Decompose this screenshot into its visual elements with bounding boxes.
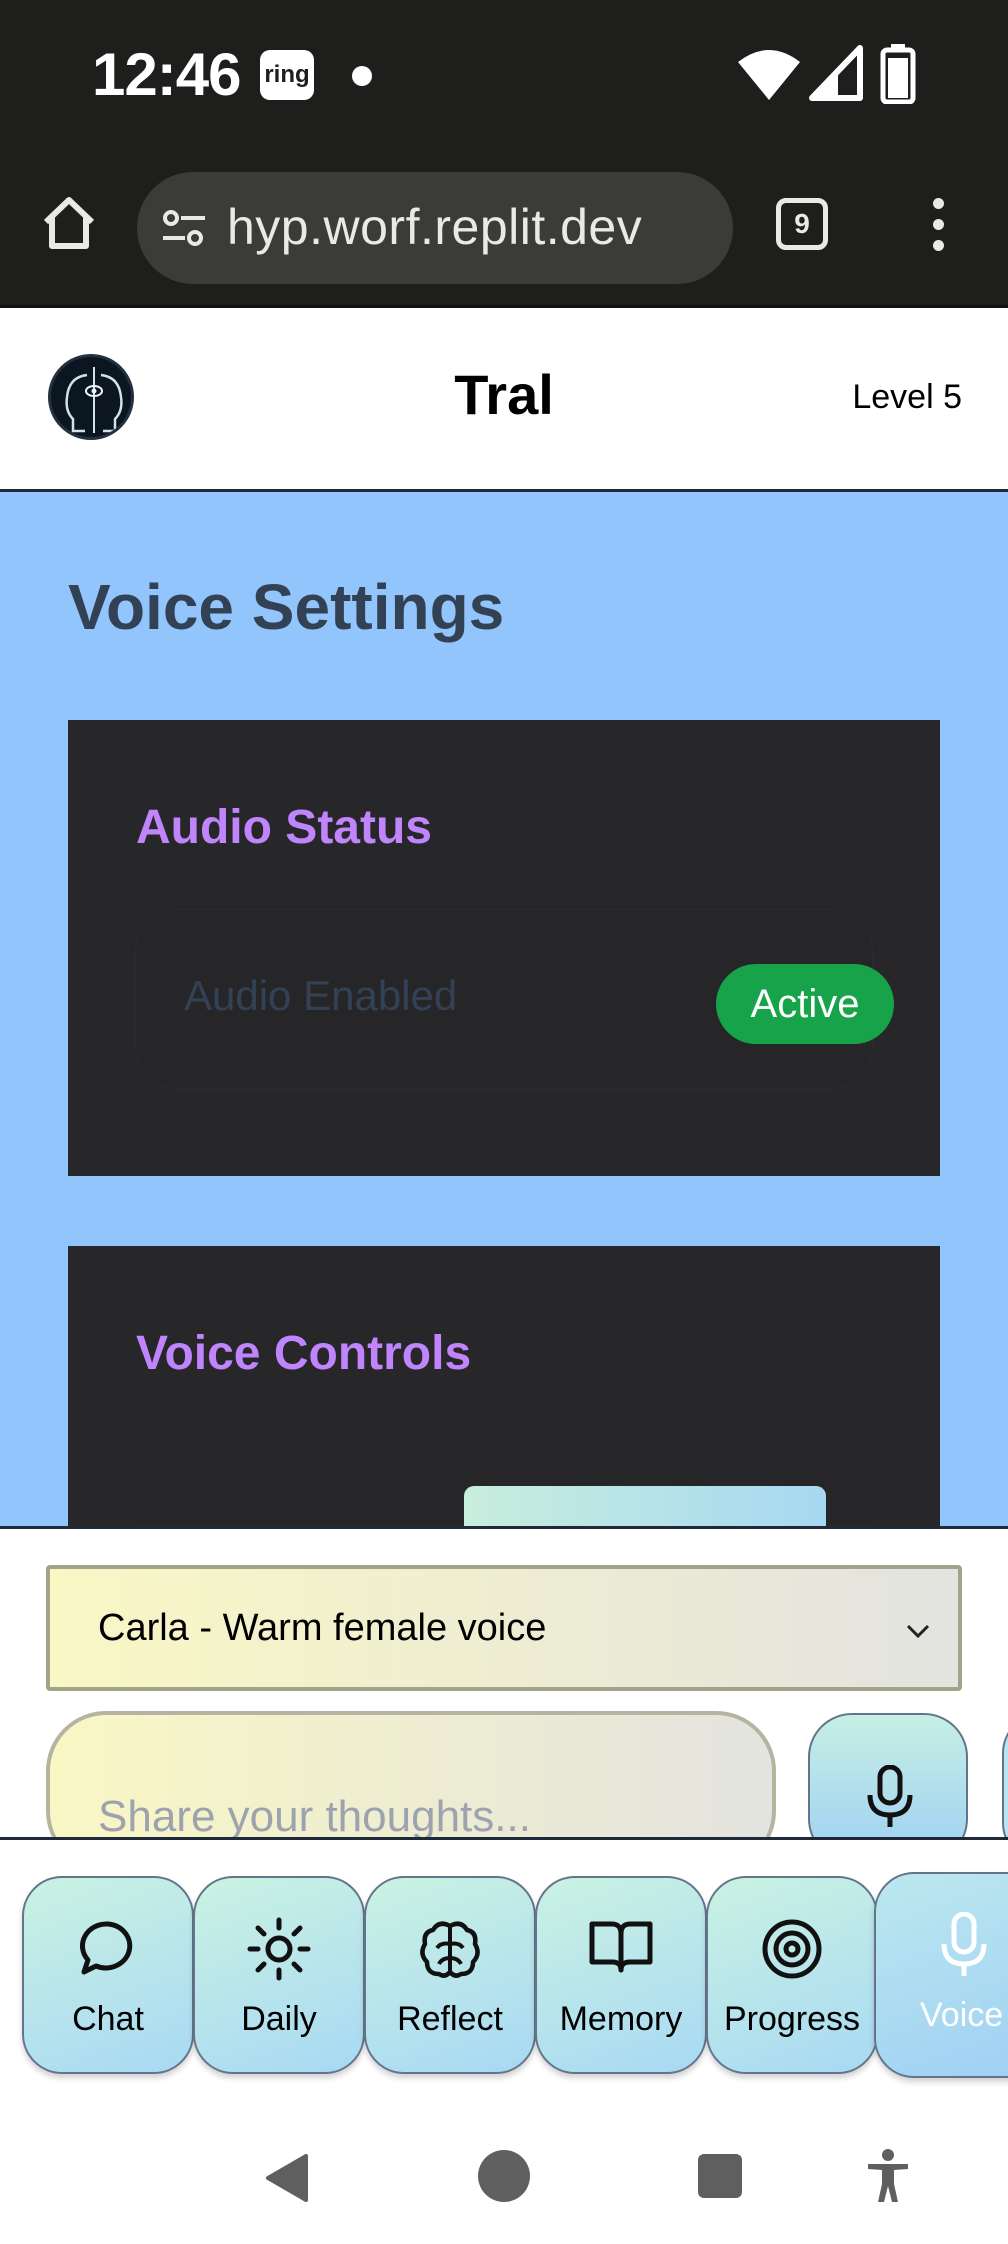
sun-icon (247, 1917, 311, 1981)
main-content[interactable]: Voice Settings Audio Status Audio Enable… (0, 492, 1008, 1528)
battery-icon (880, 44, 916, 104)
microphone-icon (941, 1912, 987, 1976)
mic-button[interactable] (808, 1713, 968, 1837)
home-circle-icon[interactable] (478, 2150, 530, 2202)
site-settings-icon[interactable] (159, 204, 209, 252)
tab-memory[interactable]: Memory (535, 1876, 707, 2074)
composer: Carla - Warm female voice (0, 1526, 1008, 1840)
app-header: Tral Level 5 (0, 308, 1008, 492)
system-nav-bar (0, 2100, 1008, 2244)
browser-toolbar: hyp.worf.replit.dev 9 (0, 150, 1008, 308)
audio-status-card: Audio Status Audio Enabled Active (68, 720, 940, 1176)
cell-signal-icon (809, 45, 863, 101)
audio-enabled-label: Audio Enabled (184, 972, 458, 1019)
tab-switcher-icon[interactable]: 9 (776, 198, 828, 250)
chat-bubble-icon (79, 1921, 133, 1975)
tab-memory-label: Memory (559, 2000, 683, 2038)
tab-reflect-label: Reflect (397, 2000, 503, 2038)
voice-control-button[interactable] (464, 1486, 826, 1528)
more-vert-icon[interactable] (928, 198, 948, 258)
tab-chat[interactable]: Chat (22, 1876, 194, 2074)
send-button[interactable] (1002, 1713, 1008, 1837)
home-icon[interactable] (38, 192, 100, 254)
audio-status-badge: Active (716, 964, 894, 1044)
audio-enabled-row: Audio Enabled Active (136, 910, 894, 1088)
tab-reflect[interactable]: Reflect (364, 1876, 536, 2074)
brain-icon (420, 1921, 480, 1978)
audio-status-title: Audio Status (136, 801, 432, 854)
tab-chat-label: Chat (72, 2000, 144, 2038)
tab-daily-label: Daily (241, 2000, 317, 2038)
voice-select-value[interactable]: Carla - Warm female voice (98, 1607, 546, 1650)
url-text[interactable]: hyp.worf.replit.dev (227, 198, 642, 256)
ring-app-icon: ring (260, 50, 314, 100)
microphone-icon (867, 1765, 913, 1827)
status-bar: 12:46 ring (0, 0, 1008, 150)
wifi-icon (738, 50, 800, 100)
target-icon (762, 1919, 822, 1979)
voice-controls-title: Voice Controls (136, 1327, 472, 1380)
page-title: Voice Settings (68, 571, 505, 643)
tab-progress[interactable]: Progress (706, 1876, 878, 2074)
voice-select[interactable]: Carla - Warm female voice (46, 1565, 962, 1691)
bottom-tab-nav: Chat Daily Reflect Memory Progress Voice (0, 1840, 1008, 2100)
voice-controls-card: Voice Controls (68, 1246, 940, 1528)
address-bar[interactable]: hyp.worf.replit.dev (137, 172, 733, 284)
chevron-down-icon[interactable] (902, 1615, 934, 1647)
thoughts-input[interactable] (46, 1711, 776, 1837)
tab-progress-label: Progress (723, 2000, 861, 2038)
recent-apps-icon[interactable] (698, 2154, 742, 2198)
notification-dot-icon (352, 66, 372, 86)
tab-voice[interactable]: Voice (874, 1872, 1008, 2078)
back-icon[interactable] (262, 2152, 310, 2204)
status-time: 12:46 (92, 41, 241, 108)
tab-daily[interactable]: Daily (193, 1876, 365, 2074)
accessibility-icon[interactable] (864, 2148, 912, 2204)
tab-voice-label: Voice (920, 1996, 1004, 2034)
open-book-icon (589, 1921, 653, 1973)
user-level: Level 5 (852, 378, 962, 416)
